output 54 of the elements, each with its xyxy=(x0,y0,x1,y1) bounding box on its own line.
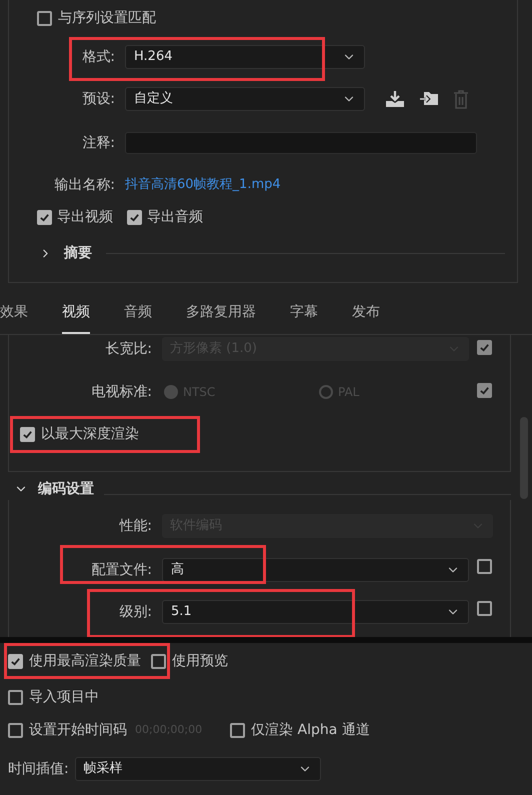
tab[interactable]: 效果 xyxy=(0,299,28,334)
encoding-select[interactable]: 5.1 xyxy=(162,600,469,624)
checkbox-label: 使用预览 xyxy=(172,652,228,670)
checkbox[interactable] xyxy=(8,654,23,668)
comment-field[interactable] xyxy=(125,132,477,154)
field-label: 级别: xyxy=(118,602,152,622)
field-label: 输出名称: xyxy=(53,176,115,194)
check-icon xyxy=(479,384,490,396)
field-label: 注释: xyxy=(81,134,115,152)
check-icon xyxy=(22,428,33,440)
tab[interactable]: 视频 xyxy=(62,299,90,334)
checkbox-label: 导出视频 xyxy=(57,208,113,226)
checkbox-label: 设置开始时间码 xyxy=(29,720,127,740)
checkbox[interactable] xyxy=(20,426,35,442)
field-label: 配置文件: xyxy=(90,560,152,580)
field-label: 电视标准: xyxy=(90,382,152,402)
checkbox[interactable] xyxy=(37,10,52,26)
checkbox-label: 使用最高渲染质量 xyxy=(29,652,141,670)
tab[interactable]: 多路复用器 xyxy=(186,299,256,334)
tab[interactable]: 音频 xyxy=(124,299,152,334)
checkbox[interactable] xyxy=(230,722,246,738)
checkbox-label: 以最大深度渲染 xyxy=(41,424,139,444)
scrollbar[interactable] xyxy=(520,417,528,499)
check-icon xyxy=(10,656,21,666)
tab[interactable]: 发布 xyxy=(352,299,380,334)
check-icon xyxy=(129,212,140,222)
checkbox[interactable] xyxy=(8,722,23,738)
encoding-select[interactable]: 高 xyxy=(162,558,469,582)
field-label: 长宽比: xyxy=(104,340,152,358)
checkbox[interactable] xyxy=(37,210,52,224)
checkbox-label: 导出音频 xyxy=(147,208,203,226)
field-label: 预设: xyxy=(81,90,115,108)
tab[interactable]: 字幕 xyxy=(290,299,318,334)
field-label: 时间插值: xyxy=(8,760,69,778)
checkbox[interactable] xyxy=(477,601,492,616)
summary-toggle[interactable]: 摘要 xyxy=(39,242,92,264)
time-interpolation-select[interactable]: 帧采样 xyxy=(74,757,321,781)
checkbox[interactable] xyxy=(151,654,166,668)
check-icon xyxy=(39,212,50,222)
checkbox[interactable] xyxy=(477,559,492,574)
check-icon xyxy=(479,342,490,352)
checkbox-label: 与序列设置匹配 xyxy=(58,8,156,28)
download-icon[interactable] xyxy=(385,90,405,108)
encoding-section-toggle[interactable]: 编码设置 xyxy=(14,478,94,500)
format-select[interactable]: H.264 xyxy=(125,45,365,69)
field-label: 格式: xyxy=(81,48,115,66)
checkbox[interactable] xyxy=(127,210,142,224)
output-name-link[interactable]: 抖音高清60帧教程_1.mp4 xyxy=(125,175,281,195)
checkbox-label: 导入项目中 xyxy=(29,688,99,706)
import-icon[interactable] xyxy=(419,90,439,108)
checkbox[interactable] xyxy=(8,690,23,704)
checkbox-label: 仅渲染 Alpha 通道 xyxy=(251,720,370,740)
preset-select[interactable]: 自定义 xyxy=(125,87,365,111)
field-label: 性能: xyxy=(118,516,152,536)
